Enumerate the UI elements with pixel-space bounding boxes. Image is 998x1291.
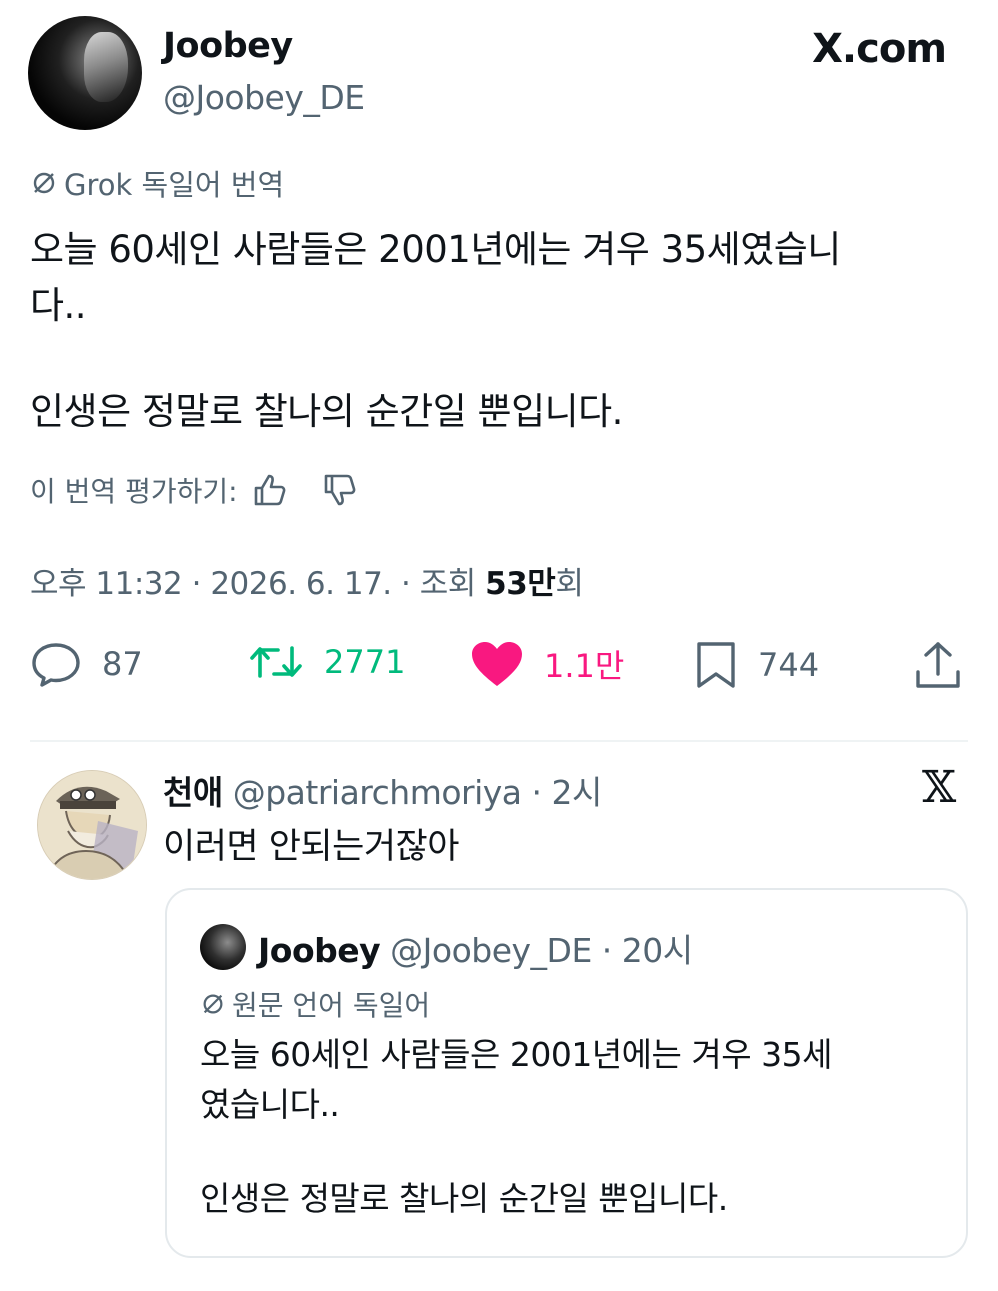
heart-icon (472, 642, 522, 686)
divider (30, 740, 968, 742)
like-count: 1.1만 (544, 647, 625, 685)
bookmark-count: 744 (758, 646, 820, 684)
reply-author-avatar[interactable] (37, 770, 147, 880)
site-label: X.com (812, 26, 947, 72)
reply-time[interactable]: 2시 (552, 773, 603, 812)
views-label: 조회 (419, 566, 477, 602)
author-display-name[interactable]: Joobey (163, 26, 293, 66)
tweet-body-line: 인생은 정말로 찰나의 순간일 뿐입니다. (30, 390, 623, 433)
views-suffix: 회 (555, 566, 584, 602)
meta-separator: · (401, 566, 420, 602)
bookmark-button[interactable]: 744 (694, 640, 819, 690)
avatar-face (84, 32, 128, 102)
bookmark-icon (697, 642, 735, 688)
thumbs-up-icon[interactable] (252, 472, 288, 508)
meta-separator: · (521, 773, 552, 812)
quoted-body-line: 였습니다.. (200, 1085, 340, 1124)
thumbs-down-icon[interactable] (322, 472, 358, 508)
translate-slash-icon (203, 994, 223, 1014)
quoted-translation-label: 원문 언어 독일어 (232, 989, 431, 1022)
retweet-count: 2771 (324, 643, 406, 681)
reply-body: 이러면 안되는거잖아 (163, 827, 459, 867)
x-logo-icon: 𝕏 (922, 762, 957, 813)
translation-label-row[interactable]: Grok 독일어 번역 (30, 162, 284, 204)
reply-handle[interactable]: @patriarchmoriya (233, 773, 522, 812)
tweet-body: 오늘 60세인 사람들은 2001년에는 겨우 35세였습니 다.. 인생은 정… (30, 222, 960, 440)
retweet-button[interactable]: 2771 (248, 640, 405, 684)
share-button[interactable] (912, 640, 964, 692)
tweet-body-line: 다.. (30, 284, 87, 327)
reply-button[interactable]: 87 (30, 640, 143, 688)
meta-separator: · (591, 931, 622, 970)
quoted-body-line: 인생은 정말로 찰나의 순간일 뿐입니다. (200, 1179, 728, 1218)
rate-translation-row: 이 번역 평가하기: (30, 470, 358, 510)
views-count: 53만 (485, 566, 556, 602)
quoted-author-avatar (200, 924, 246, 970)
tweet-body-line: 오늘 60세인 사람들은 2001년에는 겨우 35세였습니 (30, 228, 841, 271)
author-avatar[interactable] (28, 16, 142, 130)
avatar-illustration (38, 771, 146, 879)
quoted-body-line: 오늘 60세인 사람들은 2001년에는 겨우 35세 (200, 1035, 832, 1074)
translation-label: Grok 독일어 번역 (64, 168, 285, 202)
share-icon (916, 642, 960, 688)
quoted-time: 20시 (621, 931, 693, 970)
rate-translation-label: 이 번역 평가하기: (30, 475, 238, 508)
meta-separator: · (191, 566, 211, 602)
retweet-icon (250, 646, 302, 678)
like-button[interactable]: 1.1만 (470, 640, 624, 688)
reply-display-name[interactable]: 천애 (163, 773, 223, 812)
tweet-meta: 오후 11:32 · 2026. 6. 17. · 조회 53만회 (30, 558, 584, 603)
author-handle[interactable]: @Joobey_DE (163, 78, 365, 117)
reply-header: 천애 @patriarchmoriya · 2시 (163, 766, 602, 814)
reply-count: 87 (102, 645, 143, 683)
reply-icon (32, 643, 80, 687)
translate-slash-icon (33, 172, 55, 194)
quoted-body: 오늘 60세인 사람들은 2001년에는 겨우 35세 였습니다.. 인생은 정… (200, 1030, 940, 1224)
quoted-header: Joobey @Joobey_DE · 20시 (258, 924, 693, 972)
quoted-handle: @Joobey_DE (390, 931, 592, 970)
tweet-time[interactable]: 오후 11:32 (30, 566, 183, 602)
quoted-display-name: Joobey (258, 931, 381, 970)
tweet-date[interactable]: 2026. 6. 17. (210, 566, 392, 602)
quoted-translation-row[interactable]: 원문 언어 독일어 (200, 984, 430, 1024)
